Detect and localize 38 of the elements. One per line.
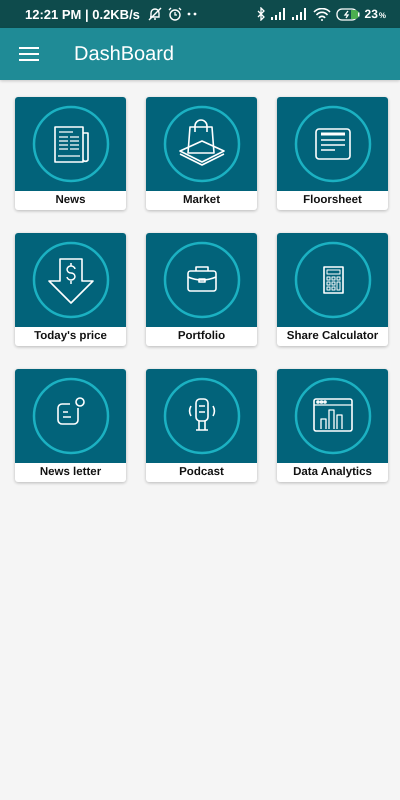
signal-icon [292,8,308,20]
menu-icon[interactable] [19,47,39,61]
status-time: 12:21 PM | 0.2KB/s [25,6,140,22]
tile-label: News [54,193,87,208]
calculator-icon [294,241,372,319]
bar-chart-icon [294,377,372,455]
dashboard-tile[interactable]: Portfolio [146,233,257,346]
microphone-icon [162,377,240,455]
dashboard-tile[interactable]: Today's price [15,233,126,346]
battery-percent: 23% [364,7,386,21]
more-icon [186,12,197,16]
bell-off-icon [146,7,163,21]
document-icon [294,105,372,183]
message-icon [32,377,110,455]
bluetooth-icon [256,7,266,21]
tile-label: Market [182,193,222,208]
shopping-bag-icon [162,105,240,183]
dashboard-tile[interactable]: Floorsheet [277,97,388,210]
battery-icon [336,8,360,20]
tile-label: News letter [38,465,102,480]
tile-label: Podcast [178,465,225,480]
dashboard-tile[interactable]: News letter [15,369,126,482]
signal-icon [270,8,287,20]
dashboard-tile[interactable]: Podcast [146,369,257,482]
dashboard-tile[interactable]: Data Analytics [277,369,388,482]
tile-label: Data Analytics [292,465,373,480]
tile-label: Today's price [33,329,108,344]
newspaper-icon [32,105,110,183]
tile-label: Floorsheet [302,193,363,208]
briefcase-icon [162,241,240,319]
tile-label: Share Calculator [286,329,380,344]
dashboard-tile[interactable]: News [15,97,126,210]
dashboard-tile[interactable]: Share Calculator [277,233,388,346]
dashboard-tile[interactable]: Market [146,97,257,210]
app-title: DashBoard [74,42,174,66]
alarm-icon [168,7,182,21]
tile-label: Portfolio [176,329,226,344]
wifi-icon [312,8,331,20]
